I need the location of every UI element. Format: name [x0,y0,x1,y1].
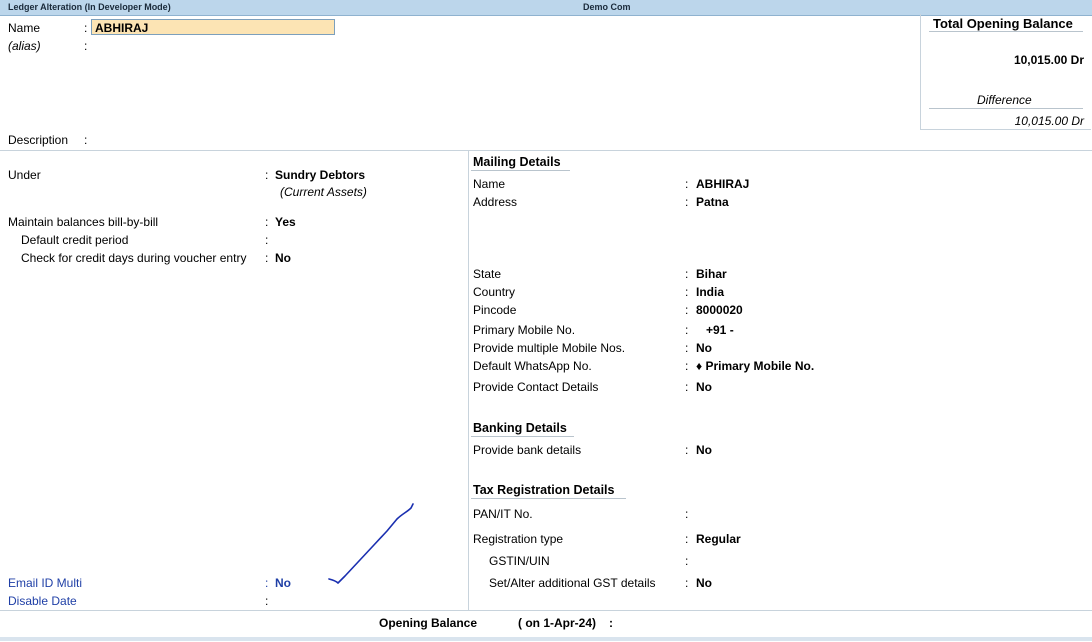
primary-mobile-label: Primary Mobile No. [473,323,576,337]
email-multi-colon: : [265,576,269,590]
multiple-mobile-colon: : [685,341,689,355]
column-divider [468,150,469,610]
ledger-name-input[interactable]: ABHIRAJ [91,19,335,35]
total-opening-balance-amount: 10,015.00 Dr [1013,53,1084,67]
mailing-name-value[interactable]: ABHIRAJ [696,177,749,191]
gstin-colon: : [685,554,689,568]
banking-details-title: Banking Details [473,421,567,435]
gst-details-value[interactable]: No [696,576,712,590]
disable-date-colon: : [265,594,269,608]
mailing-name-colon: : [685,177,689,191]
credit-days-colon: : [265,251,269,265]
contact-details-value[interactable]: No [696,380,712,394]
pen-annotation-stroke [328,503,414,584]
opening-balance-input[interactable] [620,614,820,632]
disable-date-label: Disable Date [8,594,77,608]
address-label: Address [473,195,518,209]
country-label: Country [473,285,516,299]
bank-details-colon: : [685,443,689,457]
primary-mobile-value[interactable]: +91 - [706,323,734,337]
difference-amount: 10,015.00 Dr [1014,114,1084,128]
window-title: Ledger Alteration (In Developer Mode) [8,2,171,12]
email-multi-label: Email ID Multi [8,576,83,590]
under-value[interactable]: Sundry Debtors [275,168,365,182]
multiple-mobile-label: Provide multiple Mobile Nos. [473,341,626,355]
alias-colon: : [84,39,88,53]
opening-balance-label: Opening Balance [379,616,478,630]
pan-input[interactable] [696,505,896,521]
opening-balance-colon: : [609,616,613,630]
section-divider [0,150,1092,151]
whatsapp-value[interactable]: ♦ Primary Mobile No. [696,359,814,373]
difference-label: Difference [977,93,1032,107]
bill-by-bill-value[interactable]: Yes [275,215,296,229]
tax-registration-underline [471,498,626,499]
tax-registration-title: Tax Registration Details [473,483,615,497]
opening-balance-date: ( on 1-Apr-24) [518,616,596,630]
credit-period-input[interactable] [275,231,425,247]
name-label: Name [8,21,41,35]
state-colon: : [685,267,689,281]
gst-details-colon: : [685,576,689,590]
state-value[interactable]: Bihar [696,267,727,281]
country-colon: : [685,285,689,299]
description-label: Description [8,133,69,147]
multiple-mobile-value[interactable]: No [696,341,712,355]
registration-type-colon: : [685,532,689,546]
mailing-name-label: Name [473,177,506,191]
pan-label: PAN/IT No. [473,507,533,521]
contact-details-colon: : [685,380,689,394]
gst-details-label: Set/Alter additional GST details [489,576,656,590]
under-label: Under [8,168,41,182]
disable-date-input[interactable] [275,592,425,608]
opening-balance-panel: Total Opening Balance 10,015.00 Dr Diffe… [920,14,1091,130]
whatsapp-colon: : [685,359,689,373]
pan-colon: : [685,507,689,521]
total-opening-balance-title: Total Opening Balance [933,16,1073,31]
banking-details-underline [471,436,574,437]
credit-period-label: Default credit period [21,233,129,247]
pincode-value[interactable]: 8000020 [696,303,743,317]
credit-days-value[interactable]: No [275,251,291,265]
registration-type-value[interactable]: Regular [696,532,741,546]
credit-period-colon: : [265,233,269,247]
alias-input[interactable] [91,37,335,53]
balance-title-underline [929,31,1083,32]
gstin-label: GSTIN/UIN [489,554,550,568]
alias-label: (alias) [8,39,41,53]
mailing-details-underline [471,170,570,171]
pincode-label: Pincode [473,303,517,317]
bill-by-bill-label: Maintain balances bill-by-bill [8,215,159,229]
under-colon: : [265,168,269,182]
state-label: State [473,267,502,281]
name-colon: : [84,21,88,35]
registration-type-label: Registration type [473,532,564,546]
under-group: (Current Assets) [280,185,367,199]
gstin-input[interactable] [696,552,896,568]
address-value[interactable]: Patna [696,195,729,209]
primary-mobile-colon: : [685,323,689,337]
address-colon: : [685,195,689,209]
bill-by-bill-colon: : [265,215,269,229]
mailing-details-title: Mailing Details [473,155,561,169]
pincode-colon: : [685,303,689,317]
bank-details-value[interactable]: No [696,443,712,457]
company-name: Demo Com [583,2,631,12]
email-multi-value[interactable]: No [275,576,291,590]
bank-details-label: Provide bank details [473,443,582,457]
description-colon: : [84,133,88,147]
difference-underline [929,108,1083,109]
footer-bottom-bar [0,637,1092,641]
whatsapp-label: Default WhatsApp No. [473,359,592,373]
credit-days-label: Check for credit days during voucher ent… [21,251,247,265]
contact-details-label: Provide Contact Details [473,380,599,394]
country-value[interactable]: India [696,285,724,299]
description-input[interactable] [91,131,691,147]
